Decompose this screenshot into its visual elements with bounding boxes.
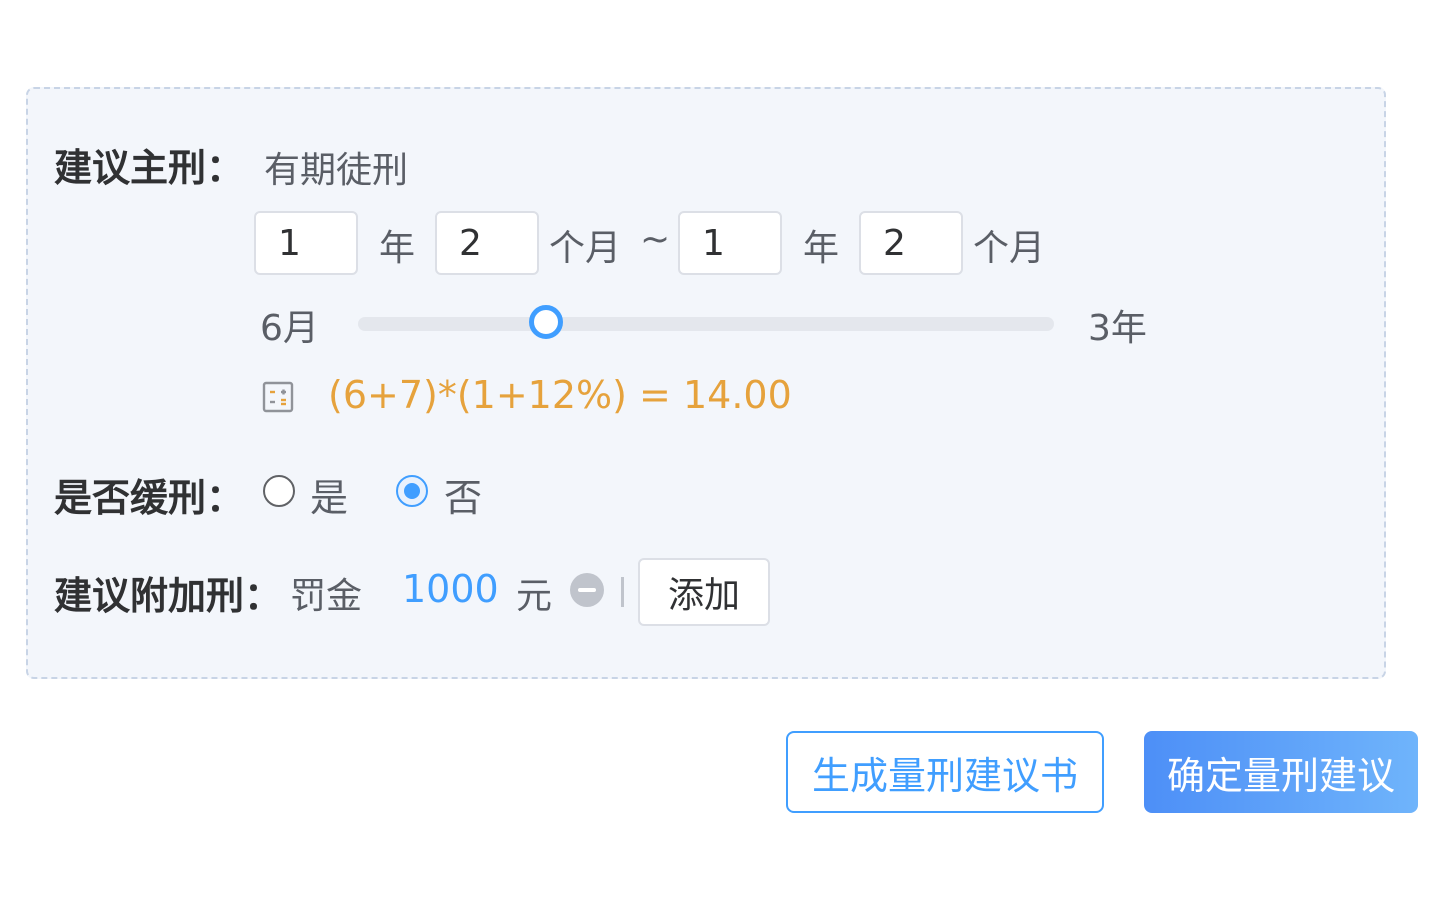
confirm-sentencing-button[interactable]: 确定量刑建议 [1144,731,1418,813]
additional-penalty-type: 罚金 [290,576,363,617]
max-years-unit: 年 [803,228,840,269]
probation-no-label[interactable]: 否 [444,467,482,522]
fine-unit: 元 [516,576,553,617]
probation-yes-radio[interactable] [263,475,295,507]
probation-label: 是否缓刑： [54,476,245,520]
generate-sentencing-document-button[interactable]: 生成量刑建议书 [786,731,1104,813]
min-years-input[interactable] [254,211,358,275]
max-months-unit: 个月 [973,228,1046,269]
probation-yes-label[interactable]: 是 [310,467,348,522]
calculator-icon[interactable] [262,381,294,413]
penalty-formula: (6+7)*(1+12%) = 14.00 [328,373,792,417]
fine-amount[interactable]: 1000 [402,567,499,611]
probation-no-radio[interactable] [396,475,428,507]
range-separator: ~ [640,219,671,260]
main-penalty-label: 建议主刑： [54,146,245,190]
sentence-slider-track[interactable] [358,317,1054,331]
sentencing-panel: 建议主刑： 有期徒刑 年 个月 ~ 年 个月 6月 3年 (6+7)*(1+12… [26,87,1386,679]
max-years-input[interactable] [678,211,782,275]
add-penalty-button[interactable]: 添加 [638,558,770,626]
sentence-slider-handle[interactable] [528,305,563,339]
minus-circle-icon[interactable] [570,573,604,607]
min-years-unit: 年 [379,228,416,269]
additional-penalty-label: 建议附加刑： [54,574,283,618]
slider-min-label: 6月 [260,308,319,349]
min-months-unit: 个月 [549,228,622,269]
separator [621,577,624,607]
main-penalty-type: 有期徒刑 [264,150,409,191]
max-months-input[interactable] [859,211,963,275]
min-months-input[interactable] [435,211,539,275]
slider-max-label: 3年 [1088,308,1147,349]
